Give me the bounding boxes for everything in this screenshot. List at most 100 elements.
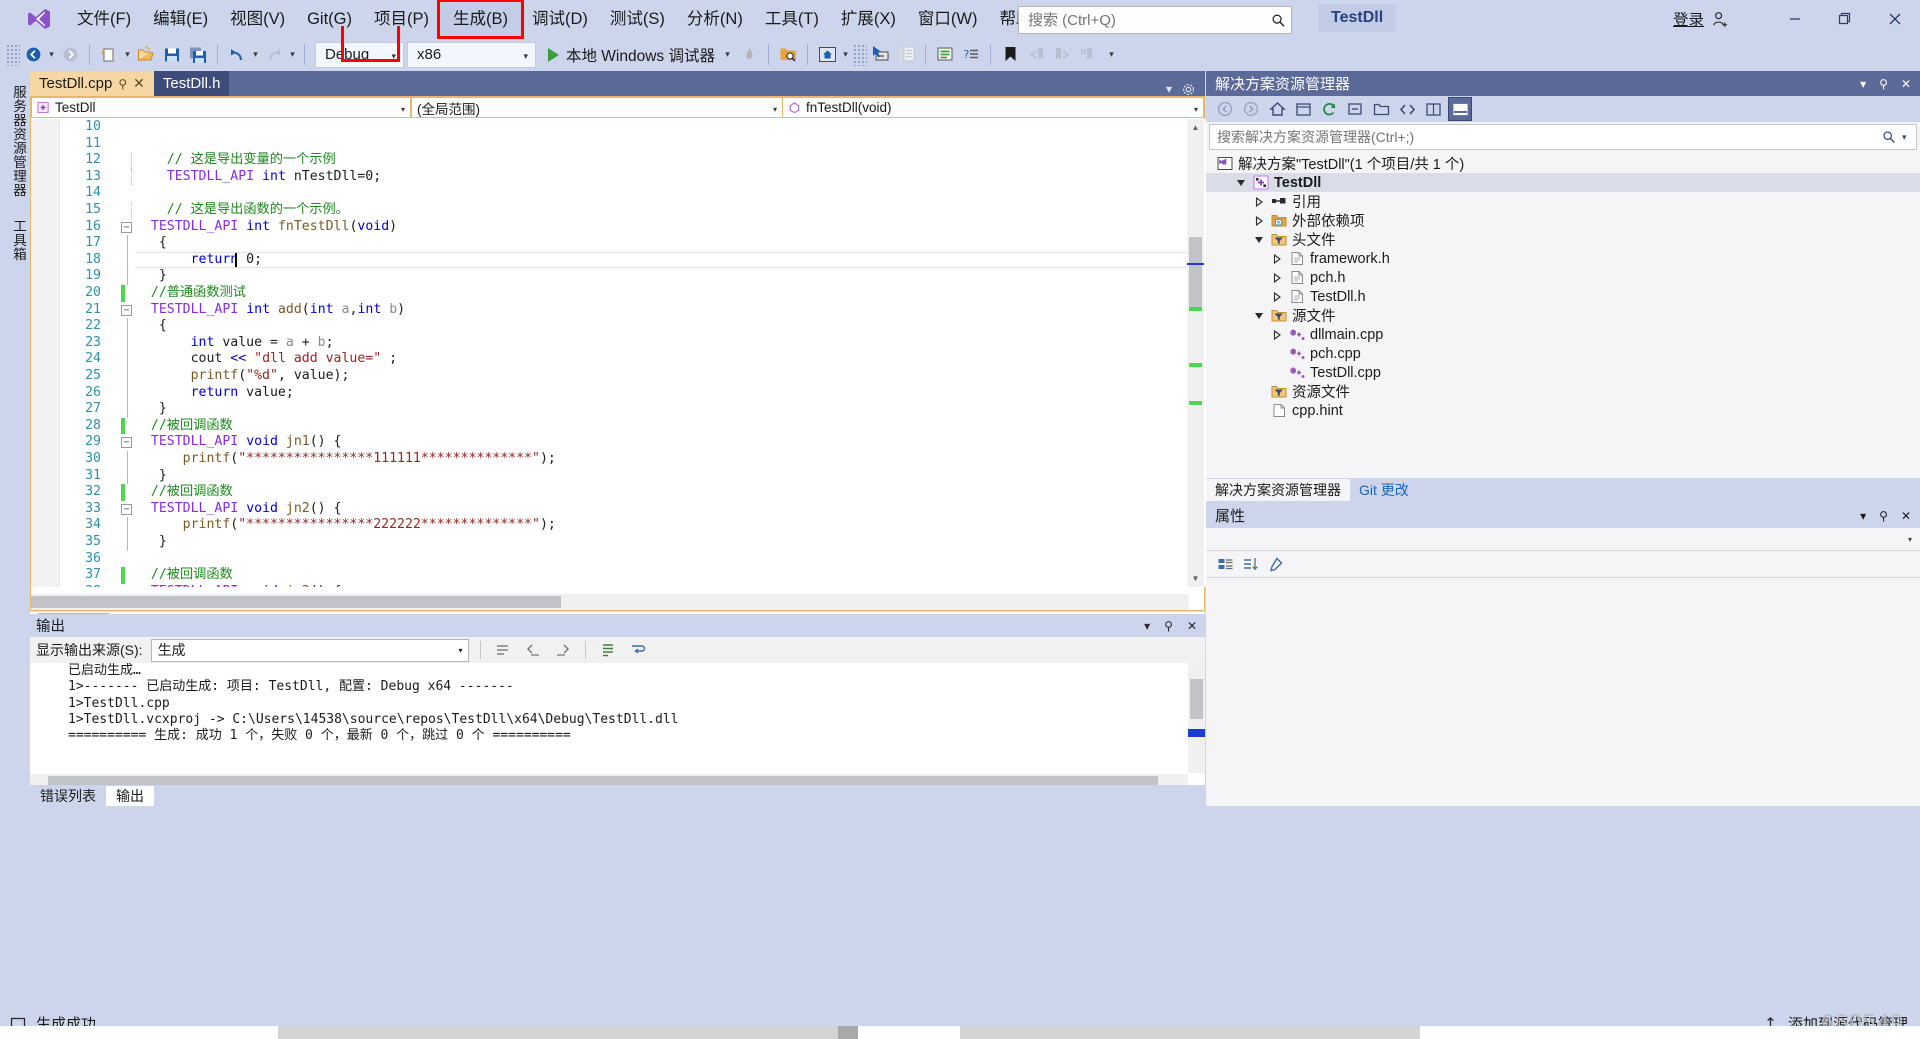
- toolbar-grip[interactable]: [6, 43, 20, 66]
- undo-icon[interactable]: [224, 42, 250, 68]
- navigate-forward-button[interactable]: [57, 42, 83, 68]
- editor-tab-testdll-cpp[interactable]: TestDll.cpp ⚲ ✕: [30, 71, 154, 96]
- solution-tree-item[interactable]: TestDll.h: [1206, 287, 1920, 306]
- redo-icon[interactable]: [261, 42, 287, 68]
- code-line[interactable]: 12 // 这是导出变量的一个示例: [31, 152, 1206, 169]
- tab-solution-explorer[interactable]: 解决方案资源管理器: [1206, 479, 1350, 501]
- chevron-collapsed-icon[interactable]: [1252, 215, 1265, 226]
- new-project-dropdown[interactable]: ▾: [122, 43, 133, 67]
- properties-page-icon[interactable]: [1264, 553, 1286, 575]
- code-line[interactable]: 23 int value = a + b;: [31, 334, 1206, 352]
- collapse-icon[interactable]: −: [121, 437, 132, 449]
- properties-pin-icon[interactable]: ⚲: [1879, 509, 1888, 523]
- close-button[interactable]: [1870, 0, 1920, 38]
- toolbar-overflow-button[interactable]: ▾: [1106, 43, 1117, 67]
- output-pin-icon[interactable]: ⚲: [1164, 619, 1173, 633]
- code-line[interactable]: 32 //被回调函数: [31, 484, 1206, 501]
- se-forward-icon[interactable]: [1240, 98, 1262, 120]
- code-editor-surface[interactable]: 10 11 12 // 这是导出变量的一个示例 13 TESTDLL_API int …: [31, 119, 1206, 587]
- redo-dropdown[interactable]: ▾: [287, 43, 298, 67]
- navigate-backward-dropdown[interactable]: ▾: [46, 43, 57, 67]
- solution-tree-item[interactable]: 引用: [1206, 192, 1920, 211]
- output-go-to-previous-icon[interactable]: [522, 639, 544, 661]
- solution-tree-item[interactable]: cpp.hint: [1206, 401, 1920, 420]
- toolbar-grip-2[interactable]: [853, 43, 867, 66]
- solution-tree-item[interactable]: pch.cpp: [1206, 344, 1920, 363]
- scroll-down-icon[interactable]: ▼: [1187, 570, 1204, 587]
- quick-search-box[interactable]: [1018, 6, 1292, 34]
- solution-root-node[interactable]: 解决方案"TestDll"(1 个项目/共 1 个): [1206, 154, 1920, 173]
- properties-categorized-icon[interactable]: [1214, 553, 1236, 575]
- properties-close-icon[interactable]: ✕: [1901, 509, 1911, 523]
- tab-error-list[interactable]: 错误列表: [30, 786, 106, 806]
- minimize-button[interactable]: [1770, 0, 1820, 38]
- code-line[interactable]: 30 printf("****************111111*******…: [31, 451, 1206, 468]
- menu-item-view[interactable]: 视图(V): [219, 4, 296, 34]
- solution-tree-item[interactable]: framework.h: [1206, 249, 1920, 268]
- scroll-up-icon[interactable]: ▲: [1187, 119, 1204, 136]
- code-line[interactable]: 27 }: [31, 401, 1206, 418]
- menu-item-tools[interactable]: 工具(T): [754, 4, 830, 34]
- sign-in-label[interactable]: 登录: [1673, 8, 1704, 30]
- se-collapse-all-icon[interactable]: [1344, 98, 1366, 120]
- search-input[interactable]: [1019, 7, 1265, 33]
- menu-item-analyze[interactable]: 分析(N): [676, 4, 754, 34]
- code-line[interactable]: 14: [31, 185, 1206, 202]
- new-project-icon[interactable]: [96, 42, 122, 68]
- menu-item-edit[interactable]: 编辑(E): [142, 4, 219, 34]
- rail-item-toolbox[interactable]: 工具箱: [8, 211, 28, 269]
- solution-platform-combo[interactable]: x86 ▾: [407, 41, 536, 68]
- comment-lines-icon[interactable]: [932, 42, 958, 68]
- chevron-collapsed-icon[interactable]: [1252, 196, 1265, 207]
- output-scroll-thumb[interactable]: [1190, 679, 1203, 719]
- code-line[interactable]: 24 cout << "dll add value=" ;: [31, 351, 1206, 368]
- se-show-all-files-icon[interactable]: [1370, 98, 1392, 120]
- code-line[interactable]: 26 return value;: [31, 384, 1206, 402]
- properties-alphabetical-icon[interactable]: [1239, 553, 1261, 575]
- code-line[interactable]: 18 return 0;: [31, 251, 1206, 269]
- select-element-icon[interactable]: [867, 42, 893, 68]
- code-line[interactable]: 37 //被回调函数: [31, 567, 1206, 584]
- solution-tree-item[interactable]: TestDll.cpp: [1206, 363, 1920, 382]
- code-line[interactable]: 10: [31, 119, 1206, 136]
- navigate-backward-button[interactable]: [20, 42, 46, 68]
- menu-item-debug[interactable]: 调试(D): [521, 4, 599, 34]
- editor-vertical-scrollbar[interactable]: ▲ ▼: [1187, 119, 1204, 587]
- code-line[interactable]: 19 }: [31, 268, 1206, 285]
- output-close-icon[interactable]: ✕: [1187, 619, 1197, 633]
- solution-tree-item[interactable]: TestDll: [1206, 173, 1920, 192]
- folder-search-icon[interactable]: [775, 42, 801, 68]
- sign-in-area[interactable]: 登录: [1673, 8, 1730, 30]
- start-debugging-button[interactable]: 本地 Windows 调试器 ▾: [548, 43, 733, 67]
- menu-item-test[interactable]: 测试(S): [599, 4, 676, 34]
- output-find-message-icon[interactable]: [492, 639, 514, 661]
- chevron-collapsed-icon[interactable]: [1270, 253, 1283, 264]
- maximize-restore-button[interactable]: [1820, 0, 1870, 38]
- nav-scope-combo[interactable]: (全局范围) ▾: [411, 97, 783, 118]
- solution-tree-item[interactable]: pch.h: [1206, 268, 1920, 287]
- se-preview-selected-items-icon[interactable]: [1448, 97, 1472, 121]
- chevron-expanded-icon[interactable]: [1234, 178, 1247, 188]
- code-line[interactable]: 31 }: [31, 467, 1206, 485]
- save-all-icon[interactable]: [185, 42, 211, 68]
- editor-hscroll-thumb[interactable]: [31, 596, 561, 608]
- home-window-icon[interactable]: [814, 42, 840, 68]
- se-refresh-icon[interactable]: [1318, 98, 1340, 120]
- properties-object-combo[interactable]: ▾: [1206, 528, 1920, 551]
- code-line[interactable]: − 29 TESTDLL_API void jn1() {: [31, 434, 1206, 451]
- menu-item-extensions[interactable]: 扩展(X): [830, 4, 907, 34]
- menu-item-build[interactable]: 生成(B): [437, 0, 524, 39]
- output-vertical-scrollbar[interactable]: [1188, 663, 1205, 773]
- chevron-collapsed-icon[interactable]: [1270, 291, 1283, 302]
- collapse-icon[interactable]: −: [121, 503, 132, 515]
- code-line[interactable]: −38 TESTDLL_API void jn3() {: [31, 584, 1206, 587]
- editor-horizontal-scrollbar[interactable]: [31, 594, 1189, 610]
- solution-tree-item[interactable]: 外部依赖项: [1206, 211, 1920, 230]
- code-line[interactable]: 25 printf("%d", value);: [31, 368, 1206, 385]
- next-bookmark-icon[interactable]: [1049, 42, 1075, 68]
- editor-tab-testdll-h[interactable]: TestDll.h: [153, 71, 230, 96]
- chevron-collapsed-icon[interactable]: [1270, 272, 1283, 283]
- se-home-icon[interactable]: [1266, 98, 1288, 120]
- collapse-icon[interactable]: −: [121, 221, 132, 233]
- code-line[interactable]: 36: [31, 551, 1206, 568]
